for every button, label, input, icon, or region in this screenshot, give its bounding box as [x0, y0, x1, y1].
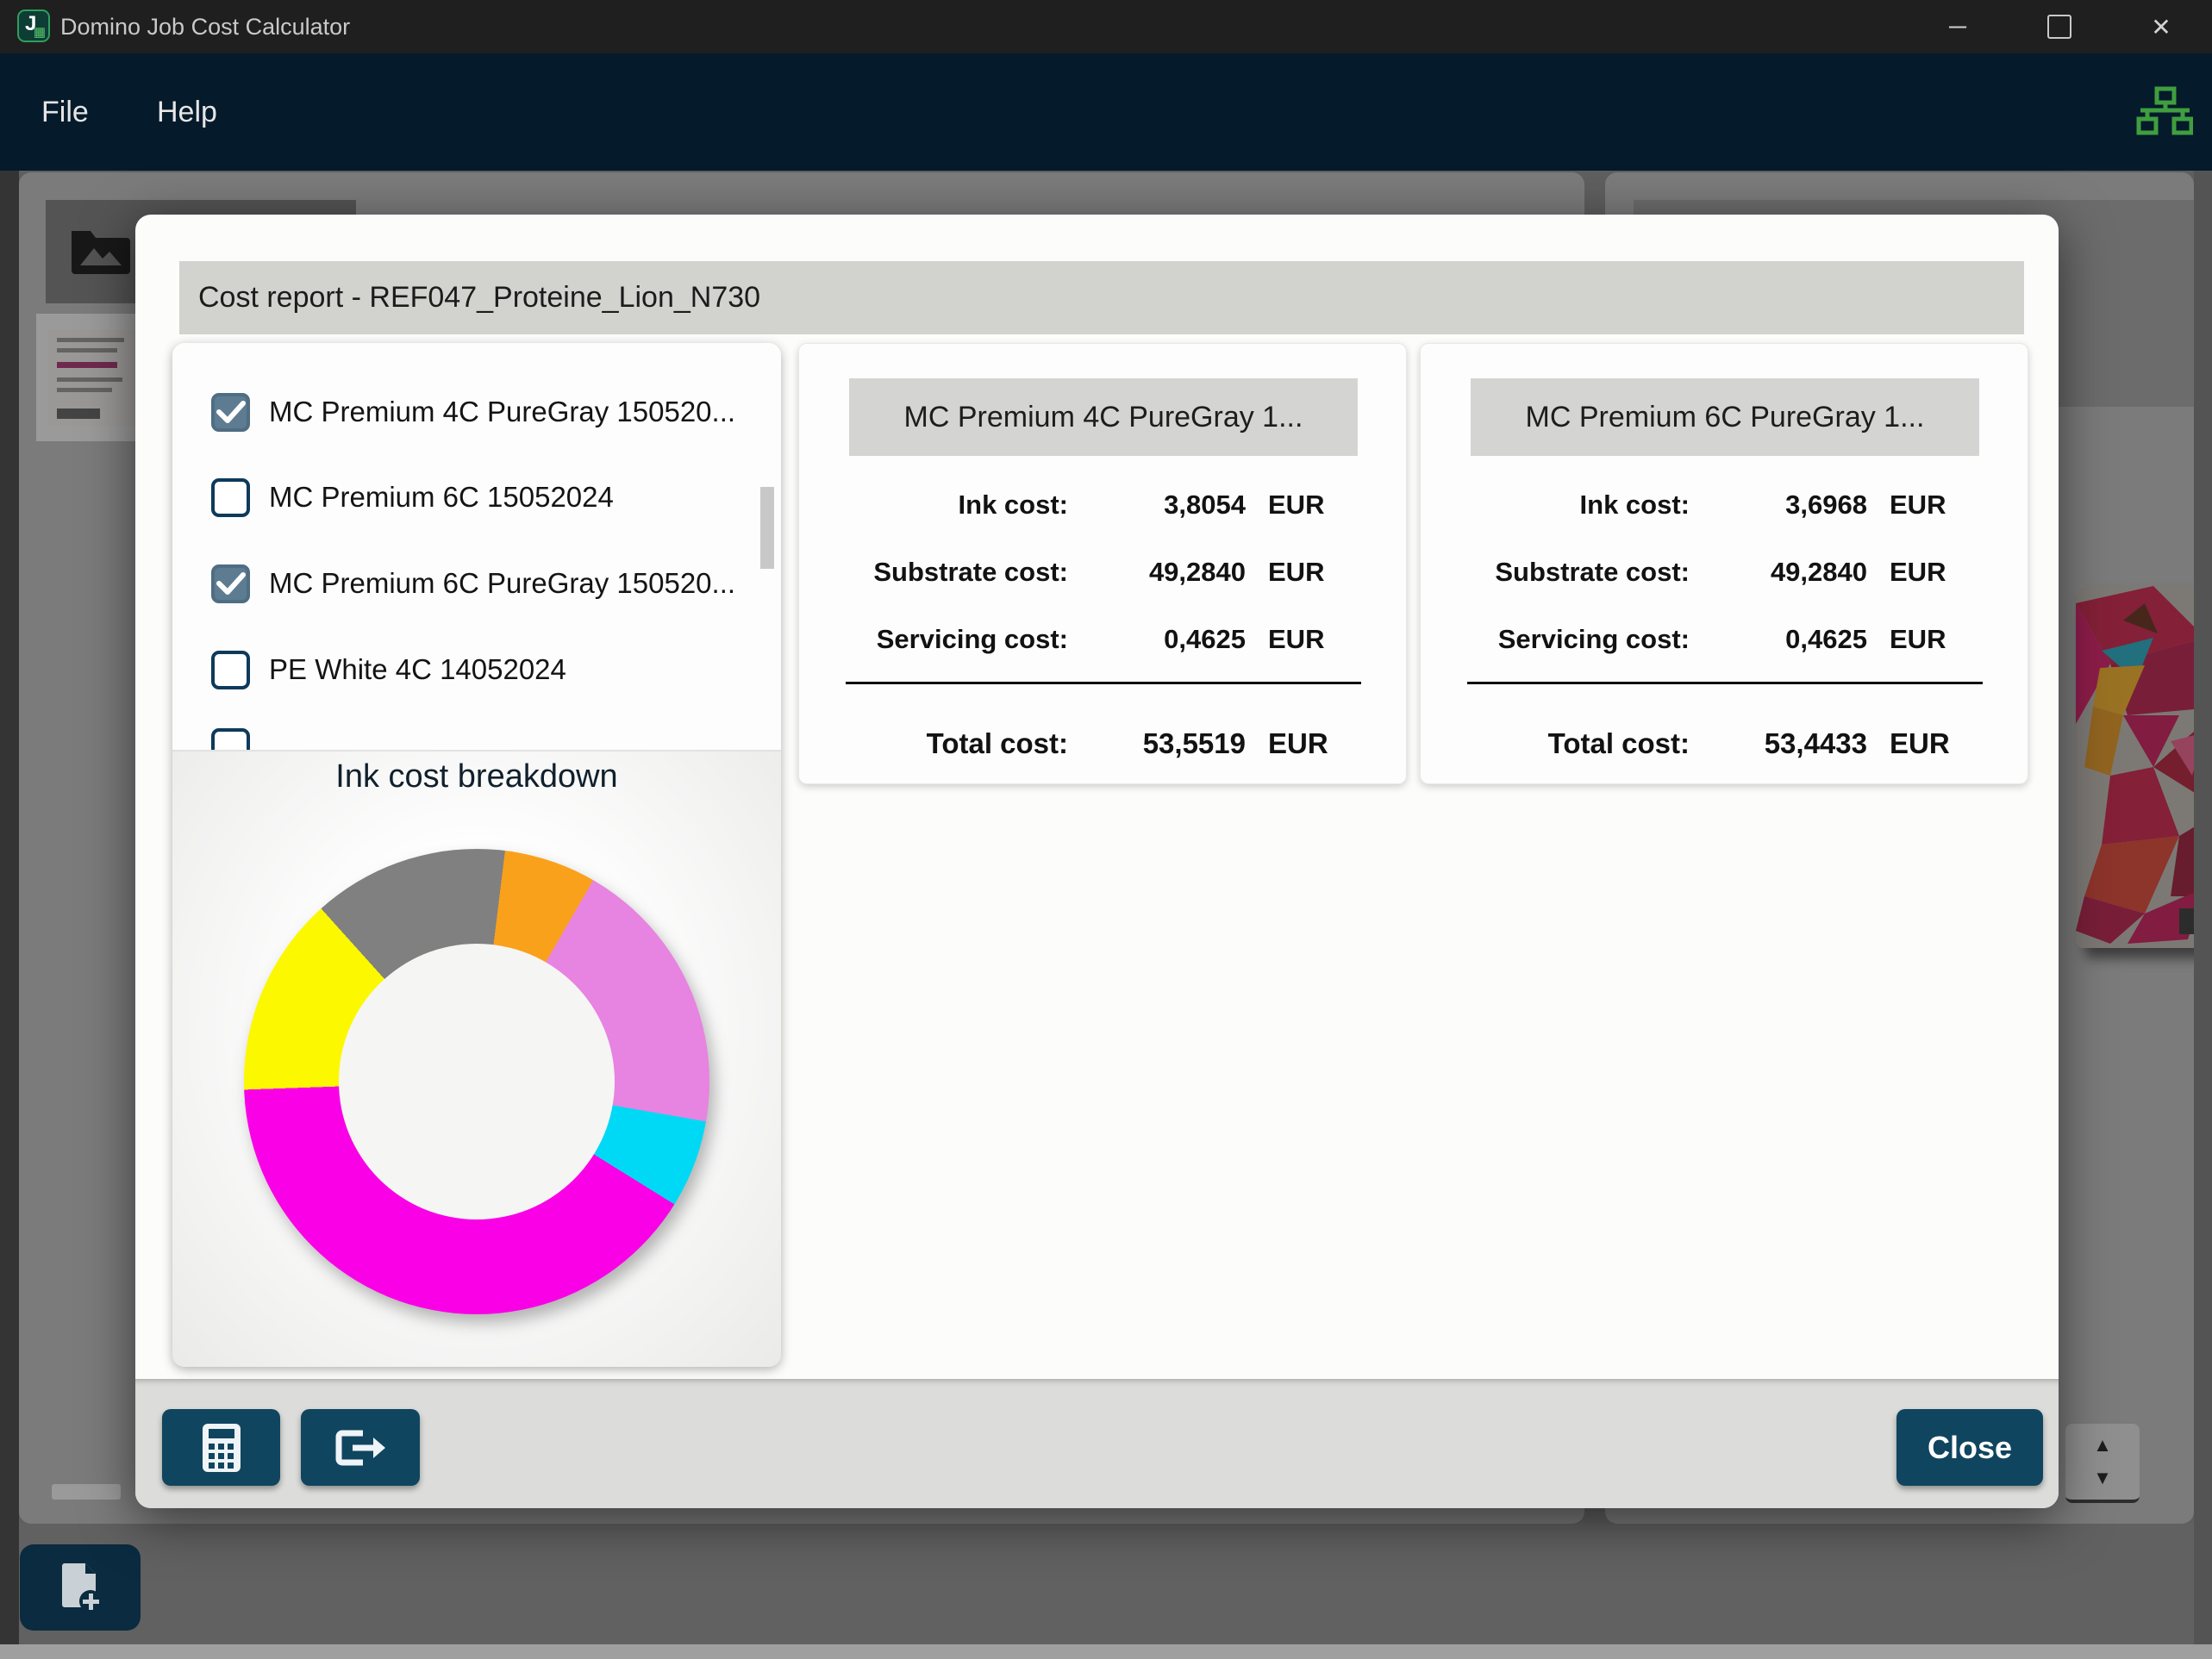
cost-row-label: Substrate cost:: [809, 557, 1068, 588]
cost-row-value: 0,4625: [1712, 624, 1867, 655]
profile-checkbox-4[interactable]: [211, 728, 250, 751]
total-label: Total cost:: [1431, 727, 1690, 760]
minimize-icon: ─: [1949, 13, 1966, 41]
total-unit: EUR: [1867, 727, 1984, 760]
total-divider: [846, 682, 1361, 684]
dialog-header: Cost report - REF047_Proteine_Lion_N730: [179, 261, 2024, 334]
profile-row[interactable]: MC Premium 6C 15052024: [172, 464, 781, 531]
minimize-button[interactable]: ─: [1907, 0, 2009, 53]
stepper-up-icon: ▲: [2093, 1434, 2112, 1456]
check-icon: [216, 571, 246, 596]
new-job-button: [20, 1544, 141, 1631]
profile-label: MC Premium 6C 15052024: [269, 481, 614, 514]
window-right-edge: [2194, 171, 2212, 1659]
cost-row: Substrate cost: 49,2840 EUR: [809, 539, 1397, 606]
stepper-down-icon: ▼: [2093, 1467, 2112, 1489]
title-bar: J ▦ Domino Job Cost Calculator ─ ✕: [0, 0, 2212, 53]
recalculate-button[interactable]: [162, 1409, 280, 1486]
profiles-and-chart-card: MC Premium 4C PureGray 150520... MC Prem…: [172, 343, 781, 1367]
cost-row: Substrate cost: 49,2840 EUR: [1431, 539, 2019, 606]
cost-report-dialog: Cost report - REF047_Proteine_Lion_N730 …: [135, 215, 2059, 1508]
total-divider: [1467, 682, 1983, 684]
profile-label: MC Premium 4C PureGray 150520...: [269, 396, 735, 428]
cost-row-unit: EUR: [1246, 490, 1363, 521]
profile-label: PE White 4C 14052024: [269, 653, 566, 686]
dialog-footer: Close: [135, 1379, 2059, 1508]
list-scrollbar-thumb[interactable]: [760, 487, 774, 569]
profile-row-clipped[interactable]: [172, 714, 781, 750]
total-label: Total cost:: [809, 727, 1068, 760]
profile-checkbox-1[interactable]: [211, 478, 250, 517]
calculator-icon: [202, 1423, 241, 1473]
profile-list: MC Premium 4C PureGray 150520... MC Prem…: [172, 343, 781, 750]
profile-checkbox-2[interactable]: [211, 564, 250, 603]
cost-row-label: Servicing cost:: [809, 624, 1068, 655]
menu-item-file[interactable]: File: [41, 53, 89, 171]
menu-item-help[interactable]: Help: [157, 53, 217, 171]
window-controls: ─ ✕: [1907, 0, 2212, 53]
total-value: 53,5519: [1090, 727, 1246, 760]
new-document-icon: [53, 1560, 108, 1615]
window-bottom-strip: [0, 1644, 2212, 1659]
cost-row-value: 0,4625: [1090, 624, 1246, 655]
cost-row-label: Substrate cost:: [1431, 557, 1690, 588]
cost-card-2-title: MC Premium 6C PureGray 1...: [1471, 378, 1979, 456]
cost-row-value: 3,8054: [1090, 490, 1246, 521]
window-left-edge: [0, 171, 19, 1659]
cost-row: Ink cost: 3,8054 EUR: [809, 471, 1397, 539]
total-unit: EUR: [1246, 727, 1363, 760]
dialog-title: Cost report - REF047_Proteine_Lion_N730: [179, 261, 2024, 334]
export-report-button[interactable]: [301, 1409, 420, 1486]
donut-hole: [339, 944, 615, 1219]
check-icon: [216, 400, 246, 424]
app-icon-calculator-glyph: ▦: [34, 26, 46, 39]
total-row: Total cost: 53,5519 EUR: [809, 709, 1397, 778]
cost-row-value: 49,2840: [1090, 557, 1246, 588]
cost-row-unit: EUR: [1867, 490, 1984, 521]
cost-row-unit: EUR: [1246, 557, 1363, 588]
export-icon: [334, 1426, 387, 1469]
cost-card-2: MC Premium 6C PureGray 1... Ink cost: 3,…: [1420, 343, 2028, 784]
ink-cost-chart: Ink cost breakdown: [172, 752, 781, 1367]
cost-row-unit: EUR: [1246, 624, 1363, 655]
window-title: Domino Job Cost Calculator: [60, 0, 350, 53]
cost-row-value: 3,6968: [1712, 490, 1867, 521]
profile-row[interactable]: MC Premium 6C PureGray 150520...: [172, 550, 781, 617]
cost-row-label: Servicing cost:: [1431, 624, 1690, 655]
profile-row[interactable]: PE White 4C 14052024: [172, 636, 781, 703]
cost-row-label: Ink cost:: [1431, 490, 1690, 521]
profile-row[interactable]: MC Premium 4C PureGray 150520...: [172, 378, 781, 446]
cost-card-1-title: MC Premium 4C PureGray 1...: [849, 378, 1358, 456]
maximize-button[interactable]: [2009, 0, 2110, 53]
cost-row: Servicing cost: 0,4625 EUR: [809, 606, 1397, 673]
profile-checkbox-3[interactable]: [211, 651, 250, 689]
maximize-icon: [2047, 15, 2071, 39]
network-status-icon[interactable]: [2136, 86, 2193, 138]
cost-row-label: Ink cost:: [809, 490, 1068, 521]
cost-row: Servicing cost: 0,4625 EUR: [1431, 606, 2019, 673]
cost-row: Ink cost: 3,6968 EUR: [1431, 471, 2019, 539]
cost-card-1: MC Premium 4C PureGray 1... Ink cost: 3,…: [798, 343, 1407, 784]
artwork-preview-lion: [2076, 586, 2194, 948]
total-value: 53,4433: [1712, 727, 1867, 760]
menu-bar: File Help: [0, 53, 2212, 171]
chart-title: Ink cost breakdown: [172, 758, 781, 795]
cost-row-unit: EUR: [1867, 557, 1984, 588]
close-window-button[interactable]: ✕: [2110, 0, 2212, 53]
app-icon: J ▦: [17, 9, 50, 42]
horizontal-scrollbar-thumb: [52, 1484, 121, 1500]
close-window-icon: ✕: [2151, 13, 2171, 41]
profile-checkbox-0[interactable]: [211, 393, 250, 432]
app-bottom-bar: [19, 1524, 2194, 1659]
total-row: Total cost: 53,4433 EUR: [1431, 709, 2019, 778]
close-dialog-button[interactable]: Close: [1896, 1409, 2043, 1486]
copies-stepper: ▲ ▼: [2065, 1424, 2140, 1503]
cost-row-value: 49,2840: [1712, 557, 1867, 588]
cost-row-unit: EUR: [1867, 624, 1984, 655]
profile-label: MC Premium 6C PureGray 150520...: [269, 567, 735, 600]
